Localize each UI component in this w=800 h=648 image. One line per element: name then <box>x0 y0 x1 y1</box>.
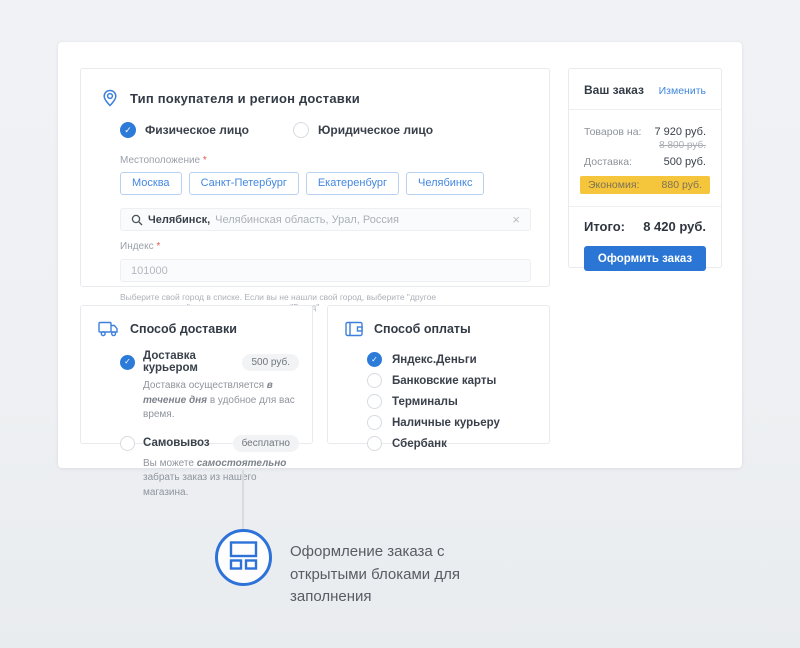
order-summary-panel: Ваш заказ Изменить Товаров на: 7 920 руб… <box>568 68 722 268</box>
radio-unchecked-icon[interactable] <box>367 415 382 430</box>
radio-individual-label: Физическое лицо <box>145 123 249 137</box>
city-chip-group: Москва Санкт-Петербург Екатеренбург Челя… <box>120 172 549 195</box>
courier-label: Доставка курьером <box>143 350 234 374</box>
payment-panel-title: Способ оплаты <box>374 322 471 336</box>
radio-courier[interactable]: ✓ Доставка курьером 500 руб. <box>120 350 299 374</box>
region-panel-title: Тип покупателя и регион доставки <box>130 91 360 106</box>
order-summary-title: Ваш заказ <box>584 83 644 97</box>
delivery-option-courier: ✓ Доставка курьером 500 руб. Доставка ос… <box>120 350 299 423</box>
city-chip-moscow[interactable]: Москва <box>120 172 182 195</box>
city-chip-chelyabinsk[interactable]: Челябинкс <box>406 172 484 195</box>
payment-method-panel: Способ оплаты ✓ Яндекс.Деньги Банковские… <box>327 305 550 444</box>
location-label: Местоположение * <box>120 155 549 166</box>
index-label: Индекс * <box>120 241 549 252</box>
pickup-price-badge: бесплатно <box>233 435 299 452</box>
radio-yandex-money[interactable]: ✓ Яндекс.Деньги <box>367 349 549 370</box>
search-value-city: Челябинск, <box>148 214 210 226</box>
courier-description: Доставка осуществляется в течение дня в … <box>143 379 299 423</box>
search-value-rest: Челябинская область, Урал, Россия <box>215 214 399 226</box>
truck-icon <box>98 321 119 337</box>
radio-unchecked-icon[interactable] <box>367 436 382 451</box>
layout-blocks-icon <box>229 540 258 575</box>
savings-badge-row: Экономия: 880 руб. <box>580 176 710 194</box>
radio-unchecked-icon[interactable] <box>120 436 135 451</box>
radio-unchecked-icon[interactable] <box>367 373 382 388</box>
clear-search-icon[interactable]: × <box>512 213 520 226</box>
search-icon <box>131 214 143 226</box>
radio-individual[interactable]: ✓ Физическое лицо <box>120 122 249 138</box>
radio-unchecked-icon[interactable] <box>367 394 382 409</box>
radio-unchecked-icon[interactable] <box>293 122 309 138</box>
buyer-type-group: ✓ Физическое лицо Юридическое лицо <box>120 122 549 138</box>
region-panel: Тип покупателя и регион доставки ✓ Физич… <box>80 68 550 287</box>
delivery-cost-row: Доставка: 500 руб. <box>584 156 706 168</box>
radio-legal-entity-label: Юридическое лицо <box>318 123 433 137</box>
postal-index-input[interactable]: 101000 <box>120 259 531 282</box>
place-order-button[interactable]: Оформить заказ <box>584 246 706 271</box>
radio-terminals[interactable]: Терминалы <box>367 391 549 412</box>
feature-badge-circle <box>215 529 272 586</box>
wallet-icon <box>345 321 363 337</box>
payment-options-list: ✓ Яндекс.Деньги Банковские карты Термина… <box>367 349 549 454</box>
total-label: Итого: <box>584 219 625 234</box>
products-old-price: 8 800 руб. <box>584 140 706 151</box>
delivery-method-panel: Способ доставки ✓ Доставка курьером 500 … <box>80 305 313 444</box>
required-asterisk: * <box>203 155 207 166</box>
edit-order-link[interactable]: Изменить <box>659 85 706 97</box>
products-value: 7 920 руб. <box>654 126 706 138</box>
delivery-cost-label: Доставка: <box>584 156 632 168</box>
divider <box>569 206 721 207</box>
radio-legal-entity[interactable]: Юридическое лицо <box>293 122 433 138</box>
radio-pickup[interactable]: Самовывоз бесплатно <box>120 435 299 452</box>
courier-price-badge: 500 руб. <box>242 354 299 371</box>
delivery-panel-title: Способ доставки <box>130 322 237 336</box>
total-row: Итого: 8 420 руб. <box>584 219 706 234</box>
radio-bank-cards[interactable]: Банковские карты <box>367 370 549 391</box>
pickup-description: Вы можете самостоятельно забрать заказ и… <box>143 457 299 501</box>
radio-checked-icon[interactable]: ✓ <box>120 355 135 370</box>
divider <box>569 109 721 110</box>
checkout-card: Тип покупателя и регион доставки ✓ Физич… <box>58 42 742 468</box>
savings-value: 880 руб. <box>662 179 702 191</box>
feature-caption: Оформление заказа с открытыми блоками дл… <box>290 541 525 609</box>
delivery-cost-value: 500 руб. <box>664 156 706 168</box>
pickup-label: Самовывоз <box>143 437 210 449</box>
region-panel-header: Тип покупателя и регион доставки <box>81 69 549 107</box>
city-chip-spb[interactable]: Санкт-Петербург <box>189 172 299 195</box>
connector-line <box>242 470 244 529</box>
location-pin-icon <box>101 89 119 107</box>
radio-checked-icon[interactable]: ✓ <box>367 352 382 367</box>
radio-cash-to-courier[interactable]: Наличные курьеру <box>367 412 549 433</box>
delivery-option-pickup: Самовывоз бесплатно Вы можете самостояте… <box>120 435 299 501</box>
required-asterisk: * <box>156 241 160 252</box>
city-chip-ekb[interactable]: Екатеренбург <box>306 172 399 195</box>
city-search-input[interactable]: Челябинск, Челябинская область, Урал, Ро… <box>120 208 531 231</box>
radio-sberbank[interactable]: Сбербанк <box>367 433 549 454</box>
radio-checked-icon[interactable]: ✓ <box>120 122 136 138</box>
products-row: Товаров на: 7 920 руб. <box>584 126 706 138</box>
savings-label: Экономия: <box>588 179 639 191</box>
total-value: 8 420 руб. <box>643 219 706 234</box>
products-label: Товаров на: <box>584 126 641 138</box>
